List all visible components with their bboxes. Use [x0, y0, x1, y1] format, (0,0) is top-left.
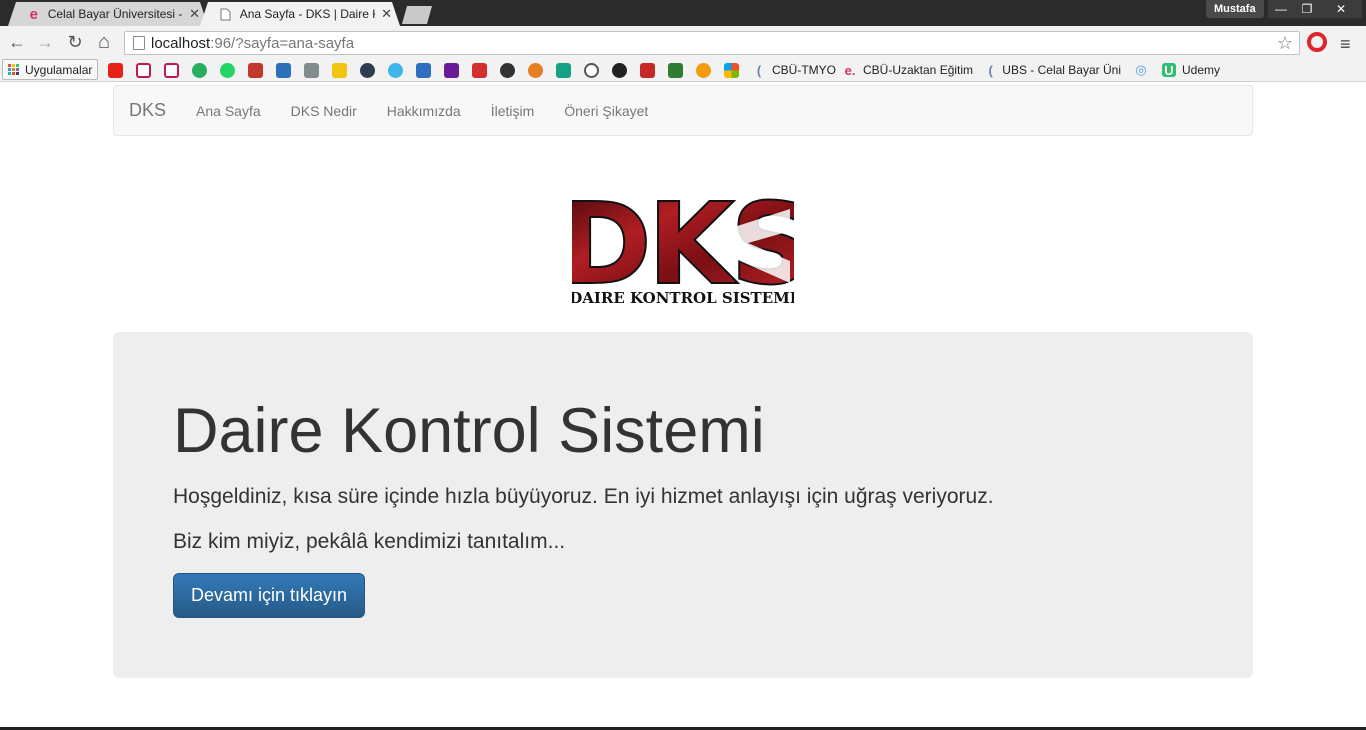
apps-grid-icon [8, 64, 19, 75]
tab-title: Celal Bayar Üniversitesi - C [47, 7, 184, 21]
navbar-brand[interactable]: DKS [129, 100, 166, 121]
microsoft-icon[interactable] [724, 63, 739, 78]
udemy-icon: U [1162, 63, 1176, 78]
bookmark-icon[interactable] [360, 63, 375, 78]
bookmarks-bar: Uygulamalar ( CBÜ-TMYO e. CBÜ-Uzaktan Eğ… [0, 58, 1366, 82]
bookmark-cbu-uzaktan-egitim[interactable]: e. CBÜ-Uzaktan Eğitim [843, 61, 973, 79]
bookmark-icon[interactable] [472, 63, 487, 78]
bookmark-icon[interactable] [668, 63, 683, 78]
bookmark-icon[interactable] [248, 63, 263, 78]
green-circle-icon[interactable] [192, 63, 207, 78]
jumbotron: Daire Kontrol Sistemi Hoşgeldiniz, kısa … [113, 332, 1253, 678]
back-icon[interactable]: ← [6, 32, 28, 52]
bookmark-icon[interactable] [416, 63, 431, 78]
bookmark-star-icon[interactable]: ☆ [1277, 33, 1293, 54]
cbu-icon: ( [988, 62, 993, 78]
url-host: localhost [151, 34, 211, 52]
e-icon: e. [844, 62, 856, 78]
welcome-text: Hoşgeldiniz, kısa süre içinde hızla büyü… [173, 485, 994, 509]
intro-text: Biz kim miyiz, pekâlâ kendimizi tanıtalı… [173, 529, 566, 553]
profile-button[interactable]: Mustafa [1206, 0, 1264, 18]
bookmark-ubs[interactable]: ( UBS - Celal Bayar Üni [985, 61, 1121, 79]
apps-button[interactable]: Uygulamalar [2, 59, 99, 80]
star-bookmark-icon[interactable] [164, 63, 179, 78]
address-bar[interactable]: localhost:96/?sayfa=ana-sayfa ☆ [124, 31, 1300, 55]
youtube-icon[interactable] [108, 63, 123, 78]
dks-logo: DKS DAIRE KONTROL SISTEMI [572, 191, 794, 307]
bookmark-label: Udemy [1182, 63, 1221, 77]
menu-icon[interactable]: ≡ [1340, 34, 1351, 55]
x-icon[interactable] [556, 63, 571, 78]
page-title: Daire Kontrol Sistemi [173, 396, 765, 466]
tab-close-icon[interactable]: ✕ [381, 6, 392, 22]
page-viewport: DKS Ana Sayfa DKS Nedir Hakkımızda İleti… [0, 83, 1366, 730]
bookmark-label: CBÜ-Uzaktan Eğitim [863, 63, 974, 77]
whatsapp-icon[interactable] [220, 63, 235, 78]
cbu-icon: ( [756, 62, 762, 78]
bookmark-icon[interactable] [388, 63, 403, 78]
ht-icon[interactable] [640, 63, 655, 78]
bookmark-label: UBS - Celal Bayar Üni [1002, 63, 1121, 77]
minimize-icon[interactable]: — [1268, 0, 1294, 18]
opera-extension-icon[interactable] [1307, 32, 1327, 52]
restore-icon[interactable]: ❐ [1294, 0, 1320, 18]
gauge-icon[interactable] [584, 63, 599, 78]
nav-link-dks-nedir[interactable]: DKS Nedir [276, 103, 372, 119]
bookmark-icon[interactable] [528, 63, 543, 78]
tab-favicon-icon: e [29, 5, 39, 23]
bookmark-icon[interactable] [304, 63, 319, 78]
nav-link-hakkimizda[interactable]: Hakkımızda [372, 103, 476, 119]
tab-close-icon[interactable]: ✕ [189, 6, 200, 22]
bookmark-udemy[interactable]: U Udemy [1162, 61, 1220, 79]
reload-icon[interactable]: ↻ [64, 32, 86, 52]
tab-celal-bayar[interactable]: e Celal Bayar Üniversitesi - C ✕ [8, 2, 208, 26]
bookmark-icon[interactable] [696, 63, 711, 78]
soccer-ball-icon[interactable] [500, 63, 515, 78]
apps-label: Uygulamalar [25, 62, 93, 77]
new-tab-button[interactable] [402, 6, 432, 24]
bookmark-icon[interactable] [612, 63, 627, 78]
home-icon[interactable]: ⌂ [93, 31, 115, 53]
star-bookmark-icon[interactable] [136, 63, 151, 78]
page-icon [133, 36, 145, 50]
tab-title: Ana Sayfa - DKS | Daire Kc [239, 7, 376, 21]
bookmark-wifi[interactable]: ◎ [1134, 61, 1154, 79]
forward-icon[interactable]: → [34, 32, 56, 52]
p-icon[interactable] [444, 63, 459, 78]
nav-link-iletisim[interactable]: İletişim [476, 103, 550, 119]
browser-titlebar: e Celal Bayar Üniversitesi - C ✕ Ana Say… [0, 0, 1366, 26]
nav-link-oneri-sikayet[interactable]: Öneri Şikayet [549, 103, 663, 119]
wifi-icon: ◎ [1135, 62, 1147, 77]
close-window-icon[interactable]: ✕ [1320, 0, 1362, 18]
logo-caption: DAIRE KONTROL SISTEMI [572, 289, 794, 307]
page-icon [218, 6, 234, 22]
url-path: :96/?sayfa=ana-sayfa [210, 34, 355, 52]
tab-ana-sayfa[interactable]: Ana Sayfa - DKS | Daire Kc ✕ [200, 2, 400, 26]
mp3-icon[interactable] [276, 63, 291, 78]
s-icon[interactable] [332, 63, 347, 78]
bookmark-cbu-tmyo[interactable]: ( CBÜ-TMYO [752, 61, 836, 79]
continue-button[interactable]: Devamı için tıklayın [173, 573, 366, 619]
bookmark-label: CBÜ-TMYO [772, 63, 836, 77]
site-navbar: DKS Ana Sayfa DKS Nedir Hakkımızda İleti… [113, 85, 1253, 136]
nav-link-ana-sayfa[interactable]: Ana Sayfa [181, 103, 276, 119]
